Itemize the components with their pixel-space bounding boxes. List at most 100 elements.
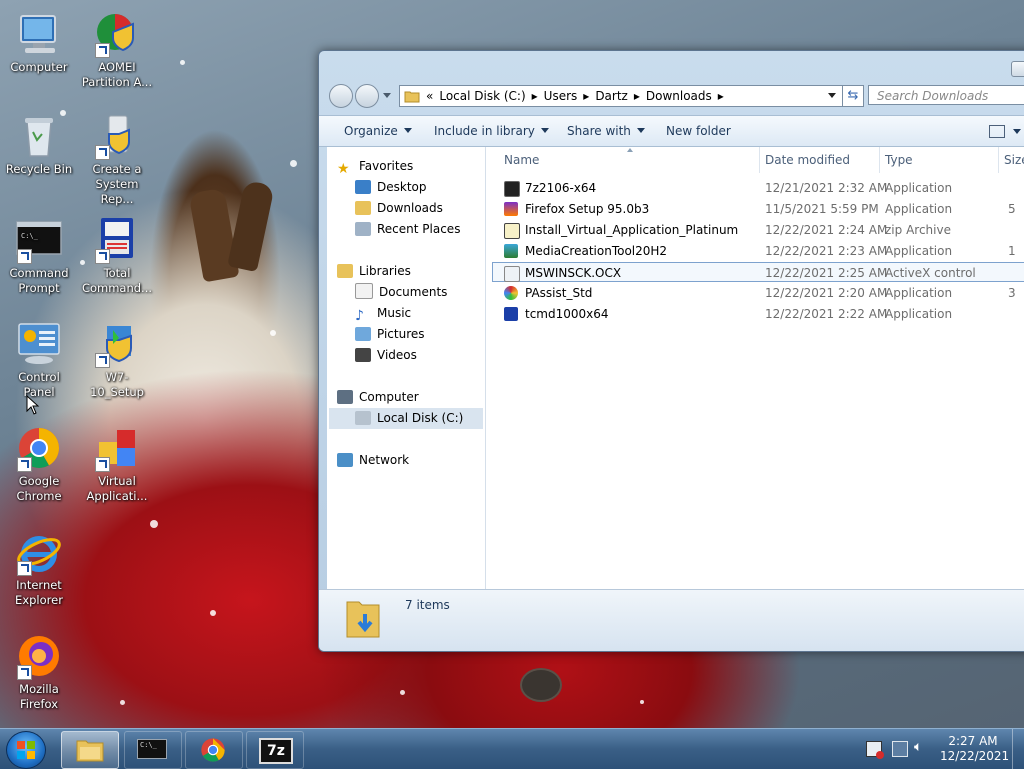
item-count: 7 items (405, 598, 450, 612)
window-titlebar[interactable] (319, 51, 1024, 83)
sort-ascending-icon (627, 148, 633, 152)
new-folder-button[interactable]: New folder (666, 124, 731, 138)
desktop-icon-virtual-application[interactable]: Virtual Applicati... (79, 424, 155, 504)
firefox-setup-icon (504, 202, 518, 216)
table-row[interactable]: PAssist_Std 12/22/2021 2:20 AM Applicati… (498, 283, 1024, 303)
table-row[interactable]: Firefox Setup 95.0b3 11/5/2021 5:59 PM A… (498, 199, 1024, 219)
breadcrumb-separator[interactable]: ▸ (583, 89, 589, 103)
breadcrumb-local-disk[interactable]: Local Disk (C:) (439, 89, 525, 103)
nav-computer[interactable]: Computer (337, 387, 493, 408)
shortcut-arrow-icon (95, 145, 110, 160)
taskbar-clock[interactable]: 2:27 AM 12/22/2021 (940, 734, 1009, 764)
mouse-cursor-icon (26, 395, 40, 415)
back-button[interactable] (329, 84, 353, 108)
start-button[interactable] (6, 731, 46, 769)
desktop-icon-control-panel[interactable]: Control Panel (1, 320, 77, 400)
shortcut-arrow-icon (17, 249, 32, 264)
address-overflow[interactable]: « (426, 89, 433, 103)
chrome-icon (201, 738, 225, 762)
view-options-icon[interactable] (989, 125, 1005, 138)
breadcrumb-downloads[interactable]: Downloads (646, 89, 712, 103)
view-dropdown-icon[interactable] (1013, 129, 1021, 134)
share-with-button[interactable]: Share with (567, 124, 645, 138)
libraries-icon (337, 264, 353, 278)
include-in-library-button[interactable]: Include in library (434, 124, 549, 138)
taskbar: C:\_ 7z 🔈︎ 2:27 AM 12/22/2021 (0, 728, 1024, 769)
table-row[interactable]: tcmd1000x64 12/22/2021 2:22 AM Applicati… (498, 304, 1024, 324)
organize-button[interactable]: Organize (344, 124, 412, 138)
chevron-down-icon (636, 128, 645, 133)
minimize-button[interactable] (1011, 61, 1024, 77)
volume-icon[interactable]: 🔈︎ (914, 739, 922, 755)
clock-time: 2:27 AM (948, 734, 998, 748)
glove-finger (188, 187, 240, 283)
address-dropdown-icon[interactable] (828, 93, 836, 98)
taskbar-explorer-button[interactable] (61, 731, 119, 769)
column-divider[interactable] (759, 147, 760, 173)
shortcut-arrow-icon (95, 353, 110, 368)
explorer-window[interactable]: « Local Disk (C:) ▸ Users ▸ Dartz ▸ Down… (318, 50, 1024, 652)
breadcrumb-separator[interactable]: ▸ (634, 89, 640, 103)
desktop-icon-internet-explorer[interactable]: Internet Explorer (1, 528, 77, 608)
table-row[interactable]: Install_Virtual_Application_Platinum 12/… (498, 220, 1024, 240)
action-center-flag-icon[interactable] (866, 741, 884, 759)
command-prompt-icon: C:\_ (15, 216, 63, 264)
7zip-installer-icon (504, 181, 520, 197)
forward-button[interactable] (355, 84, 379, 108)
table-row[interactable]: MediaCreationTool20H2 12/22/2021 2:23 AM… (498, 241, 1024, 261)
breadcrumb-separator[interactable]: ▸ (718, 89, 724, 103)
column-header-name[interactable]: Name (504, 153, 539, 167)
desktop-icon-computer[interactable]: Computer (1, 10, 77, 75)
snowflake (400, 690, 405, 695)
navigation-pane: ★ Favorites Desktop Downloads Recent Plac… (327, 147, 486, 589)
nav-local-disk[interactable]: Local Disk (C:) (329, 408, 483, 429)
breadcrumb-separator[interactable]: ▸ (532, 89, 538, 103)
desktop-icon-aomei[interactable]: AOMEI Partition A... (79, 10, 155, 90)
taskbar-command-prompt-button[interactable]: C:\_ (124, 731, 182, 769)
desktop-icon-w7-10-setup[interactable]: W7-10_Setup (79, 320, 155, 400)
recent-pages-dropdown-icon[interactable] (383, 93, 391, 98)
setup-shield-icon (93, 320, 141, 368)
network-icon (337, 453, 353, 467)
snowflake (120, 700, 125, 705)
breadcrumb-dartz[interactable]: Dartz (595, 89, 628, 103)
windows-logo-icon (17, 741, 35, 759)
chevron-down-icon (403, 128, 412, 133)
chrome-icon (15, 424, 63, 472)
column-divider[interactable] (879, 147, 880, 173)
column-header-date[interactable]: Date modified (765, 153, 850, 167)
taskbar-chrome-button[interactable] (185, 731, 243, 769)
aomei-partition-icon (93, 10, 141, 58)
refresh-button[interactable]: ⇆ (842, 85, 864, 107)
search-input[interactable]: Search Downloads (868, 85, 1024, 105)
nav-libraries[interactable]: Libraries (337, 261, 493, 282)
taskbar-7zip-button[interactable]: 7z (246, 731, 304, 769)
nav-network[interactable]: Network (337, 450, 493, 471)
breadcrumb-users[interactable]: Users (544, 89, 578, 103)
shortcut-arrow-icon (95, 457, 110, 472)
documents-icon (355, 283, 373, 299)
desktop-icon-recycle-bin[interactable]: Recycle Bin (1, 112, 77, 177)
desktop-icon-create-system-repair[interactable]: Create a System Rep... (79, 112, 155, 207)
zip-archive-icon (504, 223, 520, 239)
network-tray-icon[interactable] (892, 741, 908, 757)
address-bar[interactable]: « Local Disk (C:) ▸ Users ▸ Dartz ▸ Down… (399, 85, 843, 107)
table-row-selected[interactable]: MSWINSCK.OCX 12/22/2021 2:25 AM ActiveX … (492, 262, 1024, 282)
column-header-size[interactable]: Size (1004, 153, 1024, 167)
shortcut-arrow-icon (17, 561, 32, 576)
table-row[interactable]: 7z2106-x64 12/21/2021 2:32 AM Applicatio… (498, 178, 1024, 198)
column-header-type[interactable]: Type (885, 153, 913, 167)
show-desktop-button[interactable] (1012, 729, 1024, 769)
chevron-down-icon (540, 128, 549, 133)
desktop-icon-command-prompt[interactable]: C:\_ Command Prompt (1, 216, 77, 296)
snowflake (150, 520, 158, 528)
error-badge-icon (876, 751, 884, 759)
computer-icon (337, 390, 353, 404)
desktop-icon-google-chrome[interactable]: Google Chrome (1, 424, 77, 504)
column-divider[interactable] (998, 147, 999, 173)
desktop-icon-total-commander[interactable]: Total Command... (79, 216, 155, 296)
downloads-folder-large-icon (346, 601, 380, 638)
shortcut-arrow-icon (95, 43, 110, 58)
nav-favorites[interactable]: ★ Favorites (337, 156, 493, 177)
desktop-icon-mozilla-firefox[interactable]: Mozilla Firefox (1, 632, 77, 712)
